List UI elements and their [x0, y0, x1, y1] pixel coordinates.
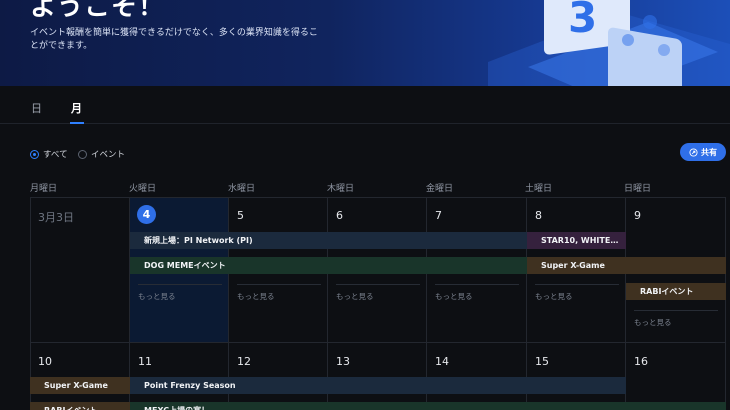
day-number: 14: [435, 355, 449, 368]
event-bar-super-x-game[interactable]: Super X-Game: [527, 257, 726, 274]
event-bar-star10[interactable]: STAR10, WHITE…: [527, 232, 626, 249]
weekday-header: 日曜日: [624, 184, 652, 194]
event-bar-super-x-game[interactable]: Super X-Game: [30, 377, 130, 394]
hero-subtitle: イベント報酬を簡単に獲得できるだけでなく、多くの業界知識を得ることができます。: [30, 28, 318, 51]
radio-selected-icon: [30, 149, 39, 159]
divider: [535, 284, 619, 285]
day-number: 6: [336, 209, 343, 222]
day-number: 15: [535, 355, 549, 368]
day-number: 5: [237, 209, 244, 222]
share-button[interactable]: 共有: [680, 143, 726, 161]
more-link[interactable]: もっと見る: [138, 291, 176, 302]
event-bar-rabi[interactable]: RABIイベント: [30, 402, 130, 410]
calendar-day-cell[interactable]: 3月3日: [30, 197, 130, 343]
hero-banner: ようこそ！ イベント報酬を簡単に獲得できるだけでなく、多くの業界知識を得ることが…: [0, 0, 730, 86]
day-number: 10: [38, 355, 52, 368]
day-number: 9: [634, 209, 641, 222]
event-bar-dog-meme[interactable]: DOG MEMEイベント: [130, 257, 527, 274]
share-icon: [689, 147, 698, 157]
more-link[interactable]: もっと見る: [336, 291, 374, 302]
filter-events-radio[interactable]: イベント: [78, 148, 125, 160]
view-tabs: 日 月: [0, 86, 730, 124]
day-number: 11: [138, 355, 152, 368]
divider: [435, 284, 519, 285]
weekday-header: 月曜日: [30, 184, 58, 194]
filter-events-label: イベント: [91, 150, 126, 160]
more-link[interactable]: もっと見る: [535, 291, 573, 302]
event-bar-point-frenzy[interactable]: Point Frenzy Season: [130, 377, 626, 394]
calendar-day-cell[interactable]: 16: [626, 343, 726, 410]
weekday-header: 水曜日: [228, 184, 256, 194]
tab-day[interactable]: 日: [31, 100, 42, 116]
month-calendar: 3月3日 4 5 6 7 8 9 10 11 12 13 14 15 16 新規…: [30, 197, 726, 410]
day-number: 13: [336, 355, 350, 368]
more-link[interactable]: もっと見る: [435, 291, 473, 302]
weekday-header: 金曜日: [426, 184, 454, 194]
weekday-header: 木曜日: [327, 184, 355, 194]
divider: [237, 284, 321, 285]
filter-all-label: すべて: [43, 150, 68, 160]
day-number: 16: [634, 355, 648, 368]
radio-unselected-icon: [78, 149, 87, 159]
filter-all-radio[interactable]: すべて: [30, 148, 68, 160]
today-badge: 4: [137, 205, 156, 224]
more-link[interactable]: もっと見る: [634, 317, 672, 328]
day-number: 3月3日: [38, 211, 74, 224]
hero-title: ようこそ！: [30, 0, 166, 22]
event-bar-mexc[interactable]: MEXC上場の宴！: [130, 402, 726, 410]
share-button-label: 共有: [701, 147, 717, 157]
more-link[interactable]: もっと見る: [237, 291, 275, 302]
day-number: 8: [535, 209, 542, 222]
event-bar-pi-network[interactable]: 新規上場：PI Network (PI): [130, 232, 527, 249]
svg-text:3: 3: [568, 0, 597, 42]
weekday-header: 火曜日: [129, 184, 157, 194]
divider: [634, 310, 718, 311]
tab-month[interactable]: 月: [71, 100, 82, 116]
divider: [336, 284, 420, 285]
divider: [138, 284, 222, 285]
calendar-illustration-icon: 3: [488, 0, 730, 86]
weekday-header: 土曜日: [525, 184, 553, 194]
day-number: 7: [435, 209, 442, 222]
day-number: 12: [237, 355, 251, 368]
event-bar-rabi[interactable]: RABIイベント: [626, 283, 726, 300]
active-tab-indicator: [70, 122, 84, 124]
